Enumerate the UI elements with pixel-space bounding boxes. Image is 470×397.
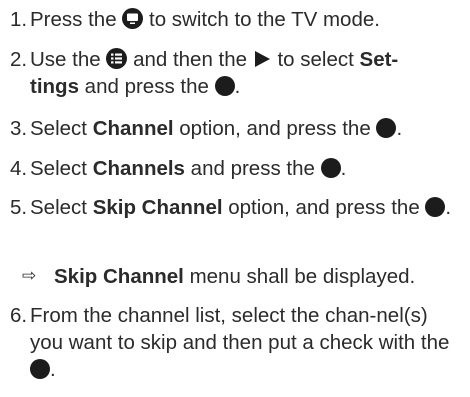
step-text: Select Channels and press the . <box>30 157 347 180</box>
ok-button-icon <box>425 197 446 217</box>
result-arrow-icon: ⇨ <box>22 266 37 286</box>
step-number: 2. <box>10 48 28 71</box>
tv-mode-icon <box>122 8 144 29</box>
step-2: 2. Use the and then the to select Set-ti… <box>0 46 470 100</box>
step-number: 4. <box>10 157 28 180</box>
step-number: 3. <box>10 117 28 140</box>
ok-button-icon <box>30 359 50 379</box>
step-number: 6. <box>10 304 28 327</box>
menu-list-icon <box>106 48 128 69</box>
ok-button-icon <box>376 118 397 138</box>
step-4: 4. Select Channels and press the . <box>0 155 470 182</box>
result-line: ⇨ Skip Channel menu shall be displayed. <box>22 263 415 290</box>
step-text: Use the and then the to select Set-tings… <box>30 48 399 98</box>
step-6: 6. From the channel list, select the cha… <box>0 302 470 383</box>
ok-button-icon <box>320 158 341 178</box>
ok-button-icon <box>214 76 235 96</box>
result-text: Skip Channel menu shall be displayed. <box>54 265 416 288</box>
step-text: Press the to switch to the TV mode. <box>30 8 380 31</box>
step-text: Select Skip Channel option, and press th… <box>30 196 452 219</box>
step-1: 1. Press the to switch to the TV mode. <box>0 6 470 33</box>
settings-bold-2: tings <box>30 75 79 98</box>
step-5: 5. Select Skip Channel option, and press… <box>0 194 470 221</box>
step-text: From the channel list, select the chan-n… <box>30 304 450 381</box>
step-number: 1. <box>10 8 28 31</box>
settings-bold-1: Set- <box>359 48 399 71</box>
instruction-list: 1. Press the to switch to the TV mode. 2… <box>0 0 470 397</box>
play-arrow-icon <box>254 51 270 67</box>
step-number: 5. <box>10 196 28 219</box>
step-3: 3. Select Channel option, and press the … <box>0 115 470 142</box>
step-text: Select Channel option, and press the . <box>30 117 403 140</box>
